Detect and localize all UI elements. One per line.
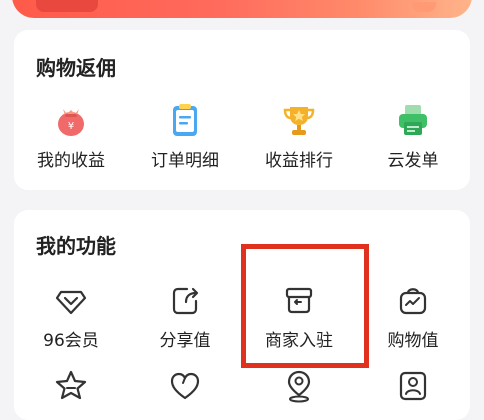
printer-icon — [399, 105, 427, 135]
banner-button-right[interactable] — [412, 2, 436, 12]
function-item-shopping-value[interactable]: 购物值 — [356, 282, 470, 351]
share-icon — [172, 287, 199, 315]
heart-icon — [170, 372, 200, 400]
rebate-item-my-earnings[interactable]: ¥ 我的收益 — [14, 102, 128, 171]
location-pin-icon — [287, 370, 311, 403]
function-item-likes[interactable] — [128, 368, 242, 412]
shopping-bag-icon — [399, 288, 427, 315]
rebate-item-cloud-dispatch[interactable]: 云发单 — [356, 102, 470, 171]
functions-title: 我的功能 — [36, 234, 116, 258]
highlight-box — [241, 244, 369, 368]
rebate-item-earnings-ranking[interactable]: 收益排行 — [242, 102, 356, 171]
function-item-label: 购物值 — [387, 331, 439, 351]
rebate-item-order-details[interactable]: 订单明细 — [128, 102, 242, 171]
function-item-96-member[interactable]: 96会员 — [14, 282, 128, 351]
rebate-title: 购物返佣 — [36, 56, 116, 80]
trophy-icon — [283, 107, 315, 135]
top-banner — [12, 0, 472, 18]
function-item-label: 96会员 — [43, 331, 99, 351]
rebate-card: 购物返佣 ¥ 我的收益 订单明细 收益排行 云发单 — [14, 30, 470, 190]
diamond-icon — [55, 290, 87, 315]
function-item-favorites[interactable] — [14, 368, 128, 412]
rebate-item-label: 订单明细 — [151, 151, 219, 171]
clipboard-icon — [173, 104, 197, 136]
banner-button-left[interactable] — [36, 0, 98, 12]
function-item-contact[interactable] — [356, 368, 470, 412]
star-icon — [55, 370, 87, 400]
function-item-label: 分享值 — [159, 331, 211, 351]
function-item-share-value[interactable]: 分享值 — [128, 282, 242, 351]
rebate-item-label: 云发单 — [387, 151, 439, 171]
rebate-item-label: 收益排行 — [265, 151, 333, 171]
rebate-item-label: 我的收益 — [37, 151, 105, 171]
contact-card-icon — [399, 371, 427, 401]
svg-text:¥: ¥ — [68, 121, 74, 132]
money-bag-icon: ¥ — [58, 109, 84, 136]
function-item-location[interactable] — [242, 368, 356, 412]
